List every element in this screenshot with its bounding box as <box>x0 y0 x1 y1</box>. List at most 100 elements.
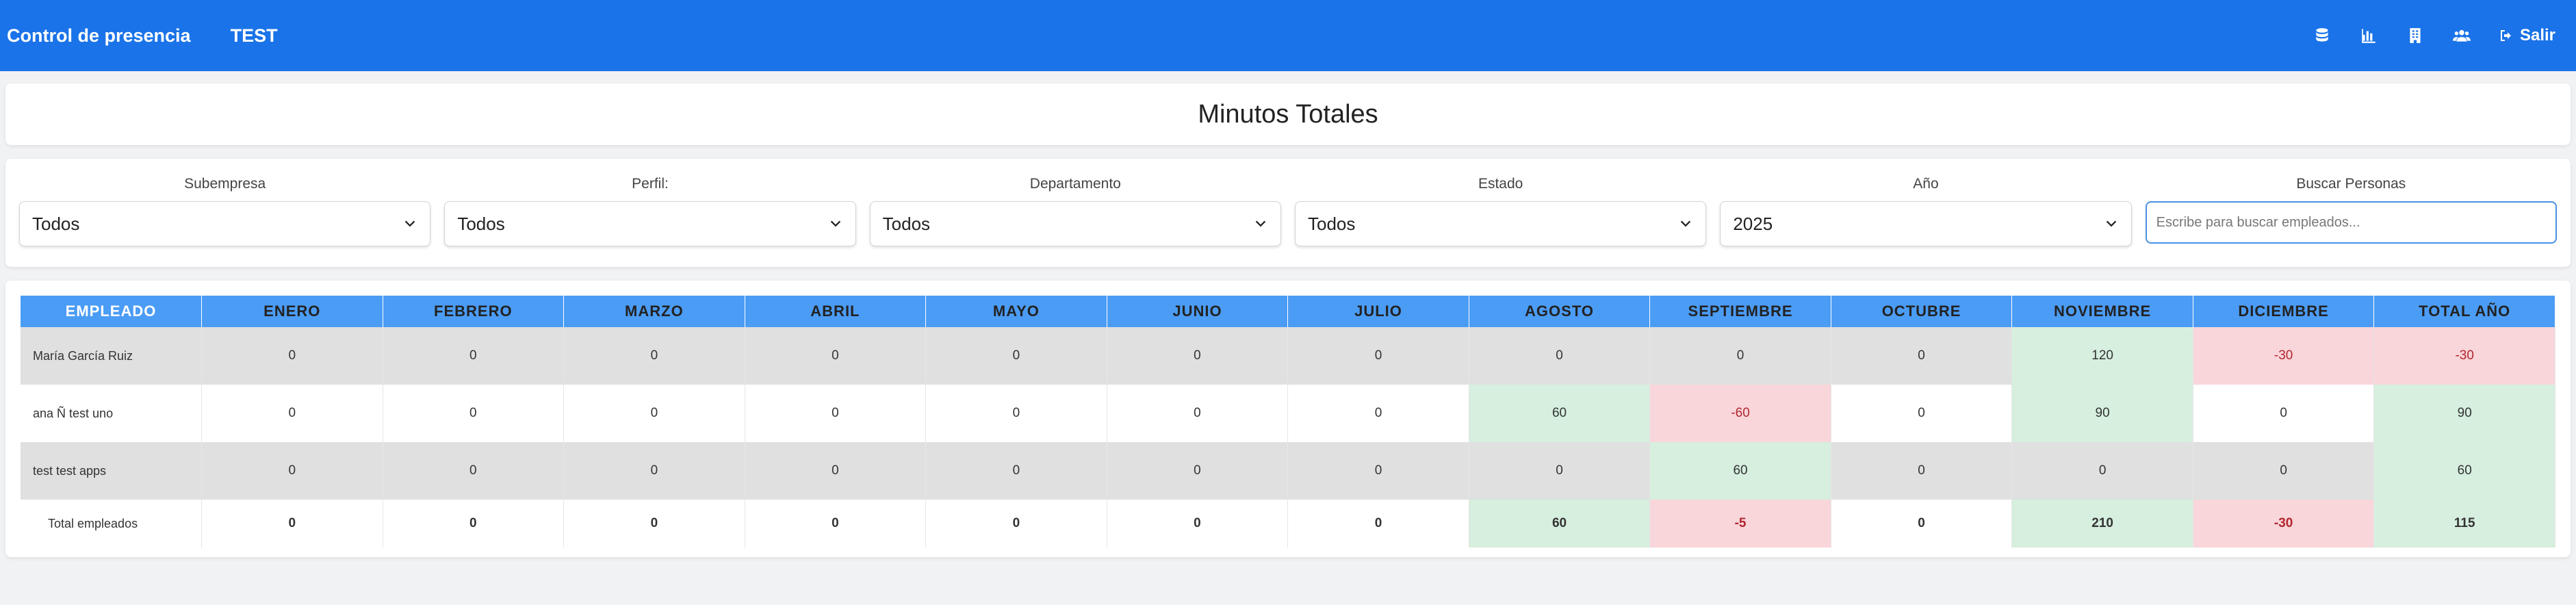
column-header: JUNIO <box>1107 296 1289 327</box>
filter-label-buscar: Buscar Personas <box>2296 176 2406 192</box>
filter-subempresa: Subempresa Todos <box>19 174 431 267</box>
anio-value: 2025 <box>1733 213 1773 234</box>
table-row: ana Ñ test uno 0 0 0 0 0 0 0 60 -60 0 90 0 90 <box>21 385 2555 442</box>
minutes-cell: 0 <box>1107 385 1289 442</box>
minutes-cell: -30 <box>2193 327 2375 385</box>
minutes-cell: -30 <box>2193 500 2375 548</box>
employee-name: test test apps <box>21 442 203 500</box>
minutes-cell: 60 <box>1649 442 1831 500</box>
column-header: ABRIL <box>745 296 927 327</box>
subempresa-select[interactable]: Todos <box>19 201 431 246</box>
minutes-cell: 0 <box>2193 442 2375 500</box>
minutes-cell: 0 <box>383 500 565 548</box>
total-row: Total empleados 0 0 0 0 0 0 0 60 -5 0 210 -30 115 <box>21 500 2555 548</box>
column-header: MARZO <box>563 296 745 327</box>
column-header: NOVIEMBRE <box>2011 296 2193 327</box>
sign-out-icon <box>2500 30 2511 41</box>
nav-link-test[interactable]: TEST <box>231 25 278 47</box>
minutes-cell: 0 <box>383 385 565 442</box>
title-card: Minutos Totales <box>5 83 2571 145</box>
minutes-cell: 0 <box>1831 442 2013 500</box>
departamento-select[interactable]: Todos <box>869 201 1281 246</box>
minutes-cell: 0 <box>1287 442 1469 500</box>
perfil-value: Todos <box>457 213 505 234</box>
departamento-value: Todos <box>882 213 931 234</box>
minutes-cell: 0 <box>1287 385 1469 442</box>
nav-actions: Salir <box>2312 25 2569 46</box>
employee-name: ana Ñ test uno <box>21 385 203 442</box>
filter-departamento: Departamento Todos <box>869 174 1281 267</box>
minutes-cell: 0 <box>1831 327 2013 385</box>
minutes-cell: 0 <box>925 385 1107 442</box>
top-navbar: Control de presencia TEST Salir <box>0 0 2576 71</box>
logout-button[interactable]: Salir <box>2498 26 2555 45</box>
anio-select[interactable]: 2025 <box>1720 201 2132 246</box>
database-icon[interactable] <box>2312 25 2332 46</box>
subempresa-value: Todos <box>32 213 80 234</box>
chevron-down-icon <box>1255 220 1266 227</box>
minutes-cell: 60 <box>1469 500 1651 548</box>
minutes-cell: 0 <box>1469 327 1651 385</box>
users-icon[interactable] <box>2451 25 2472 46</box>
column-header: ENERO <box>201 296 383 327</box>
minutes-cell: 0 <box>201 385 383 442</box>
minutes-table-card: EMPLEADO ENERO FEBRERO MARZO ABRIL MAYO JUNIO J… <box>5 281 2571 557</box>
filter-label-departamento: Departamento <box>1029 176 1121 192</box>
chevron-down-icon <box>1681 220 1691 227</box>
chevron-down-icon <box>405 220 415 227</box>
minutes-table: EMPLEADO ENERO FEBRERO MARZO ABRIL MAYO JUNIO J… <box>21 296 2555 548</box>
minutes-cell: 0 <box>563 385 745 442</box>
column-header: MAYO <box>925 296 1107 327</box>
search-employees-input[interactable] <box>2145 201 2557 244</box>
chart-icon[interactable] <box>2358 25 2379 46</box>
minutes-cell: 60 <box>2373 442 2555 500</box>
chevron-down-icon <box>830 220 840 227</box>
table-body: María García Ruiz 0 0 0 0 0 0 0 0 0 0 120 -30 -30 ana … <box>21 327 2555 548</box>
column-header: FEBRERO <box>383 296 565 327</box>
logout-label: Salir <box>2519 26 2555 44</box>
filter-anio: Año 2025 <box>1720 174 2132 267</box>
filter-label-perfil: Perfil: <box>632 176 669 192</box>
minutes-cell: 0 <box>563 442 745 500</box>
minutes-cell: 0 <box>1107 500 1289 548</box>
minutes-cell: 0 <box>201 500 383 548</box>
table-row: María García Ruiz 0 0 0 0 0 0 0 0 0 0 120 -30 -30 <box>21 327 2555 385</box>
minutes-cell: 0 <box>201 442 383 500</box>
minutes-cell: -30 <box>2373 327 2555 385</box>
minutes-cell: 210 <box>2011 500 2193 548</box>
minutes-cell: 0 <box>2193 385 2375 442</box>
minutes-cell: 0 <box>1831 500 2013 548</box>
column-header: TOTAL AÑO <box>2373 296 2555 327</box>
minutes-cell: 90 <box>2011 385 2193 442</box>
minutes-cell: 0 <box>383 442 565 500</box>
column-header: SEPTIEMBRE <box>1649 296 1831 327</box>
minutes-cell: 60 <box>1469 385 1651 442</box>
filter-perfil: Perfil: Todos <box>444 174 856 267</box>
minutes-cell: 0 <box>1649 327 1831 385</box>
minutes-cell: 0 <box>1287 327 1469 385</box>
column-header: OCTUBRE <box>1831 296 2013 327</box>
minutes-cell: -60 <box>1649 385 1831 442</box>
filter-estado: Estado Todos <box>1294 174 1707 267</box>
minutes-cell: 0 <box>745 385 927 442</box>
minutes-cell: 0 <box>925 327 1107 385</box>
minutes-cell: 0 <box>745 442 927 500</box>
filter-buscar: Buscar Personas <box>2145 174 2557 267</box>
column-header: JULIO <box>1287 296 1469 327</box>
building-icon[interactable] <box>2405 25 2425 46</box>
perfil-select[interactable]: Todos <box>444 201 856 246</box>
table-header-row: EMPLEADO ENERO FEBRERO MARZO ABRIL MAYO JUNIO J… <box>21 296 2555 327</box>
estado-select[interactable]: Todos <box>1294 201 1707 246</box>
table-row: test test apps 0 0 0 0 0 0 0 0 60 0 0 0 60 <box>21 442 2555 500</box>
filter-label-estado: Estado <box>1478 176 1523 192</box>
page-title: Minutos Totales <box>1198 99 1378 129</box>
brand-title[interactable]: Control de presencia <box>7 25 191 47</box>
minutes-cell: 0 <box>925 442 1107 500</box>
minutes-cell: 0 <box>563 500 745 548</box>
minutes-cell: 115 <box>2373 500 2555 548</box>
minutes-cell: 120 <box>2011 327 2193 385</box>
chevron-down-icon <box>2106 220 2116 227</box>
minutes-cell: -5 <box>1649 500 1831 548</box>
column-header: DICIEMBRE <box>2193 296 2375 327</box>
employee-name: Total empleados <box>21 500 203 548</box>
